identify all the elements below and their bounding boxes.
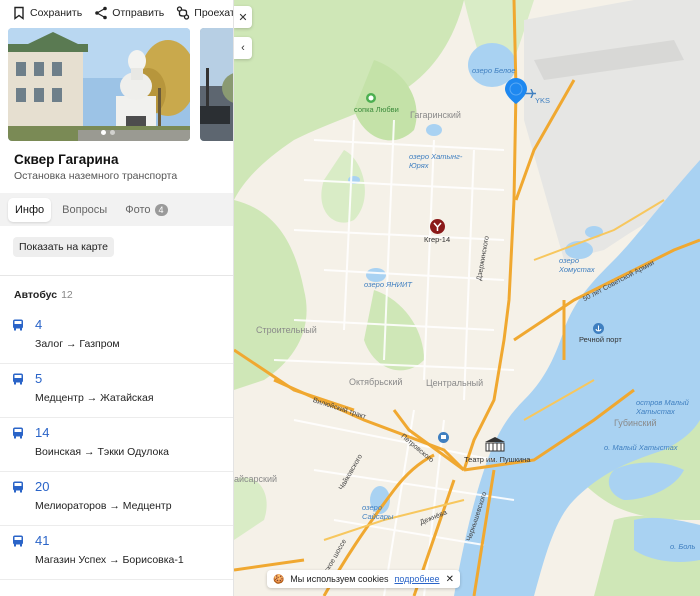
tab-info[interactable]: Инфо: [8, 197, 52, 222]
kger-poi-icon[interactable]: [430, 219, 445, 234]
route-number: 4: [35, 317, 43, 332]
label-sopka: сопка Любви: [354, 105, 399, 114]
label-yaisarsky: айсарский: [234, 474, 278, 484]
chevron-left-icon: ‹: [241, 42, 245, 54]
save-label: Сохранить: [30, 7, 83, 19]
map-canvas[interactable]: озеро Белое YKS сопка Любви Гагаринский …: [234, 0, 700, 596]
share-icon: [95, 6, 107, 20]
label-ost-maly: о. Малый Хатыстах: [604, 443, 678, 452]
bus-icon: [13, 481, 23, 493]
label-lake-saisary: озеро Сайсары: [362, 503, 394, 521]
bus-stop-icon: [438, 432, 449, 443]
tab-photos[interactable]: Фото 4: [118, 198, 174, 222]
label-gagarinsky: Гагаринский: [410, 110, 461, 120]
share-label: Отправить: [112, 7, 165, 19]
port-icon: [593, 323, 604, 334]
label-ostrov-maly: остров Малый Хатыстах: [636, 398, 689, 416]
cookie-banner: 🍪 Мы используем cookies подробнее ✕: [267, 570, 460, 588]
bus-icon: [13, 535, 23, 547]
action-bar: Сохранить Отправить Проехать: [0, 0, 233, 26]
bus-route-count: 12: [61, 289, 73, 301]
tab-info-label: Инфо: [15, 203, 45, 216]
close-icon: ✕: [238, 11, 248, 24]
bus-heading-label: Автобус: [14, 289, 58, 301]
label-lake-khomustakh: озеро Хомустах: [559, 256, 595, 274]
label-rechnoy-port: Речной порт: [579, 335, 622, 344]
route-number: 5: [35, 371, 43, 386]
bus-route-item[interactable]: 14 Воинская → Тэкки Одулока: [0, 418, 233, 472]
label-yks: YKS: [535, 96, 551, 105]
route-direction: Залог → Газпром: [35, 338, 120, 350]
park-icon: [366, 93, 376, 103]
route-number: 20: [35, 479, 50, 494]
photo-street[interactable]: [200, 28, 233, 141]
label-lake-yniit: озеро ЯНИИТ: [364, 280, 412, 289]
cookie-text: Мы используем cookies: [290, 574, 389, 584]
bus-icon: [13, 373, 23, 385]
route-number: 41: [35, 533, 50, 548]
label-gubinsky: Губинский: [614, 418, 657, 428]
route-number: 14: [35, 425, 50, 440]
photo-gallery[interactable]: [8, 28, 233, 141]
route-direction: Воинская → Тэкки Одулока: [35, 446, 170, 458]
label-bol: о. Боль: [670, 542, 696, 551]
bus-route-item[interactable]: 4 Залог → Газпром: [0, 310, 233, 364]
label-stroitelny: Строительный: [256, 325, 317, 335]
place-title: Сквер Гагарина: [14, 152, 119, 167]
gallery-dots: [101, 130, 115, 135]
bus-route-item[interactable]: 41 Магазин Успех → Борисовка-1: [0, 526, 233, 580]
bus-icon: [13, 319, 23, 331]
label-teatr: Театр им. Пушкина: [464, 455, 531, 464]
cookie-icon: 🍪: [273, 573, 285, 584]
place-subtitle: Остановка наземного транспорта: [14, 170, 178, 182]
route-button[interactable]: Проехать: [176, 6, 233, 20]
bus-section-heading: Автобус 12: [14, 289, 73, 301]
divider: [0, 275, 233, 276]
route-direction: Мелиораторов → Медцентр: [35, 500, 172, 512]
show-on-map-button[interactable]: Показать на карте: [13, 237, 114, 257]
collapse-panel-button[interactable]: ‹: [234, 37, 252, 59]
photos-count-badge: 4: [154, 203, 168, 216]
label-oktyabrsky: Октябрьский: [349, 377, 403, 387]
share-button[interactable]: Отправить: [94, 6, 164, 20]
tab-questions[interactable]: Вопросы: [55, 198, 114, 222]
photo-gagarin-monument[interactable]: [8, 28, 190, 141]
place-panel: Сохранить Отправить Проехать: [0, 0, 234, 596]
label-kger: Кгер-14: [424, 235, 451, 244]
save-button[interactable]: Сохранить: [12, 6, 82, 20]
route-direction: Медцентр → Жатайская: [35, 392, 154, 404]
bus-route-item[interactable]: 20 Мелиораторов → Медцентр: [0, 472, 233, 526]
bus-route-item[interactable]: 5 Медцентр → Жатайская: [0, 364, 233, 418]
bus-icon: [13, 427, 23, 439]
cookie-close-button[interactable]: ✕: [446, 574, 454, 585]
bookmark-icon: [14, 6, 24, 20]
label-centralny: Центральный: [426, 378, 484, 388]
close-panel-button[interactable]: ✕: [234, 6, 252, 28]
tab-questions-label: Вопросы: [62, 203, 108, 216]
route-icon: [177, 6, 190, 20]
route-direction: Магазин Успех → Борисовка-1: [35, 554, 184, 566]
map-base-layer: [234, 0, 700, 596]
theatre-icon[interactable]: [484, 437, 506, 453]
location-pin-icon[interactable]: [505, 78, 527, 104]
tab-photos-label: Фото: [125, 203, 151, 216]
label-lake-beloe: озеро Белое: [472, 66, 516, 75]
cookie-more-link[interactable]: подробнее: [394, 574, 439, 584]
tab-bar: Инфо Вопросы Фото 4: [0, 193, 233, 226]
label-lake-khatyng: озеро Хатынг-Юрях: [409, 152, 463, 170]
route-label: Проехать: [194, 7, 233, 19]
